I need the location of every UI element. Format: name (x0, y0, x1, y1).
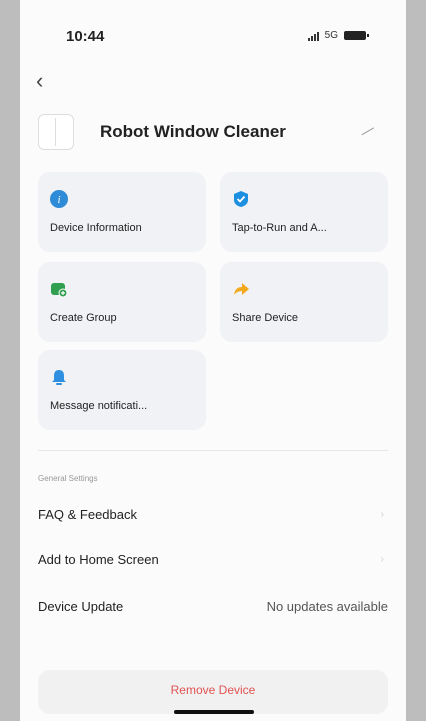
settings-item-label: Device Update (38, 598, 124, 614)
bell-icon (52, 370, 66, 385)
tile-tap-to-run[interactable]: Tap-to-Run and A... (220, 172, 388, 252)
phone-screen: 10:44 5G ‹ Robot Window Cleaner — i Devi… (20, 0, 406, 721)
share-arrow-icon (234, 283, 249, 295)
status-right: 5G (307, 30, 369, 41)
remove-device-button[interactable]: Remove Device (38, 670, 388, 714)
device-header: Robot Window Cleaner — (38, 112, 388, 152)
home-indicator (174, 710, 254, 714)
tile-label: Share Device (232, 312, 299, 324)
check-shield-icon (234, 191, 248, 207)
chevron-right-icon: › (380, 508, 384, 520)
settings-item-add-to-home[interactable]: Add to Home Screen › (38, 545, 388, 573)
svg-text:i: i (57, 194, 60, 206)
device-update-status: No updates available (266, 598, 388, 614)
tile-device-information[interactable]: i Device Information (38, 172, 206, 252)
tile-label: Create Group (50, 312, 117, 324)
device-thumbnail (38, 114, 74, 150)
info-icon: i (50, 190, 68, 208)
tile-label: Message notificati... (50, 400, 148, 412)
tile-label: Tap-to-Run and A... (232, 222, 327, 234)
settings-item-label: FAQ & Feedback (38, 506, 137, 522)
status-time: 10:44 (66, 28, 105, 45)
divider (38, 450, 388, 451)
settings-item-faq[interactable]: FAQ & Feedback › (38, 500, 388, 528)
chevron-right-icon: › (380, 553, 384, 565)
settings-item-label: Add to Home Screen (38, 551, 159, 567)
network-label: 5G (324, 30, 338, 41)
edit-pencil-icon[interactable]: — (357, 120, 377, 141)
tile-share-device[interactable]: Share Device (220, 262, 388, 342)
section-title-general-settings: General Settings (38, 474, 98, 483)
tile-message-notification[interactable]: Message notificati... (38, 350, 206, 430)
settings-item-device-update[interactable]: Device Update No updates available (38, 592, 388, 620)
device-name: Robot Window Cleaner (100, 122, 286, 141)
status-bar: 10:44 5G (20, 0, 406, 60)
tile-label: Device Information (50, 222, 142, 234)
signal-icon (307, 31, 319, 41)
tile-create-group[interactable]: Create Group (38, 262, 206, 342)
group-add-icon (51, 283, 68, 298)
back-chevron-icon[interactable]: ‹ (36, 68, 43, 94)
battery-icon (344, 31, 369, 40)
